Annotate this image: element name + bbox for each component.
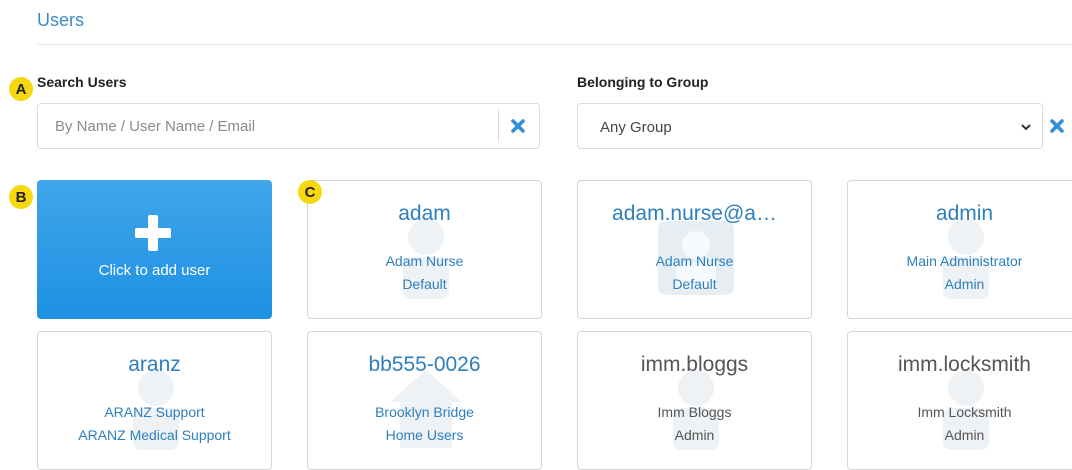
user-card-username: imm.locksmith	[897, 353, 1031, 376]
user-card-fullname: Brooklyn Bridge	[375, 404, 474, 420]
search-input[interactable]	[38, 104, 498, 148]
user-card[interactable]: imm.bloggs Imm Bloggs Admin	[577, 331, 812, 470]
user-card-fullname: Adam Nurse	[385, 253, 464, 269]
search-divider	[498, 110, 499, 142]
user-card-username: aranz	[128, 353, 181, 376]
search-box	[37, 103, 540, 149]
user-card-username: adam.nurse@a…	[612, 202, 777, 225]
user-card-username: admin	[935, 202, 994, 225]
title-divider	[37, 44, 1072, 45]
user-card-fullname: Adam Nurse	[655, 253, 734, 269]
user-card-group: Admin	[944, 427, 985, 443]
plus-icon	[135, 215, 171, 251]
user-card-group: ARANZ Medical Support	[78, 427, 231, 443]
user-card-group: Admin	[674, 427, 715, 443]
user-card[interactable]: bb555-0026 Brooklyn Bridge Home Users	[307, 331, 542, 470]
add-user-label: Click to add user	[98, 262, 211, 279]
user-card-fullname: ARANZ Support	[104, 404, 205, 420]
add-user-card[interactable]: Click to add user	[37, 180, 272, 319]
user-card-group: Home Users	[385, 427, 464, 443]
user-card-username: imm.bloggs	[640, 353, 749, 376]
marker-a: A	[9, 77, 33, 101]
clear-search-button[interactable]	[507, 115, 529, 137]
close-icon	[511, 119, 525, 133]
clear-group-button[interactable]	[1046, 115, 1068, 137]
group-select-value: Any Group	[600, 119, 672, 136]
user-card-group: Default	[672, 276, 717, 292]
user-card[interactable]: imm.locksmith Imm Locksmith Admin	[847, 331, 1072, 470]
user-card-fullname: Imm Bloggs	[657, 404, 732, 420]
chevron-down-icon	[1021, 124, 1031, 131]
group-filter-label: Belonging to Group	[577, 74, 709, 90]
user-card-username: bb555-0026	[368, 353, 481, 376]
user-card-group: Default	[402, 276, 447, 292]
marker-b: B	[9, 185, 33, 209]
group-select[interactable]: Any Group	[577, 103, 1043, 149]
user-card[interactable]: adam Adam Nurse Default	[307, 180, 542, 319]
search-label: Search Users	[37, 74, 127, 90]
marker-c: C	[298, 180, 322, 204]
user-card[interactable]: admin Main Administrator Admin	[847, 180, 1072, 319]
user-card-fullname: Imm Locksmith	[917, 404, 1012, 420]
close-icon	[1050, 119, 1064, 133]
user-card[interactable]: aranz ARANZ Support ARANZ Medical Suppor…	[37, 331, 272, 470]
page-title: Users	[37, 10, 85, 30]
user-card-group: Admin	[944, 276, 985, 292]
user-card[interactable]: adam.nurse@a… Adam Nurse Default	[577, 180, 812, 319]
user-card-fullname: Main Administrator	[906, 253, 1023, 269]
user-card-username: adam	[398, 202, 451, 225]
